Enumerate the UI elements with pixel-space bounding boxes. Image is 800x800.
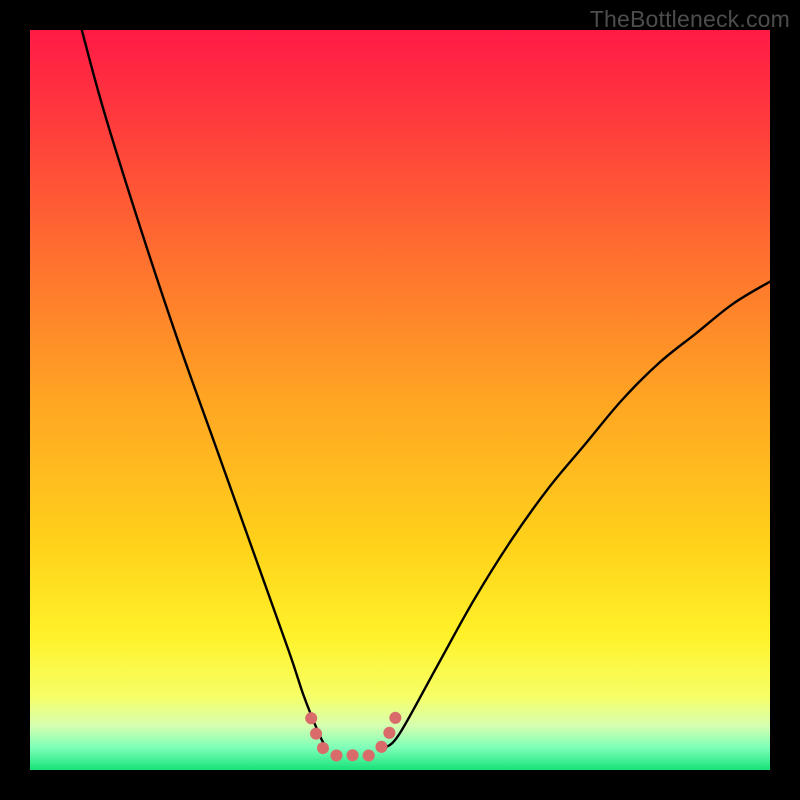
- series-right-arm: [385, 282, 770, 748]
- plot-area: [30, 30, 770, 770]
- series-valley-highlight: [311, 703, 400, 755]
- chart-frame: TheBottleneck.com: [0, 0, 800, 800]
- watermark-text: TheBottleneck.com: [590, 6, 790, 33]
- curve-layer: [30, 30, 770, 770]
- series-left-arm: [82, 30, 326, 748]
